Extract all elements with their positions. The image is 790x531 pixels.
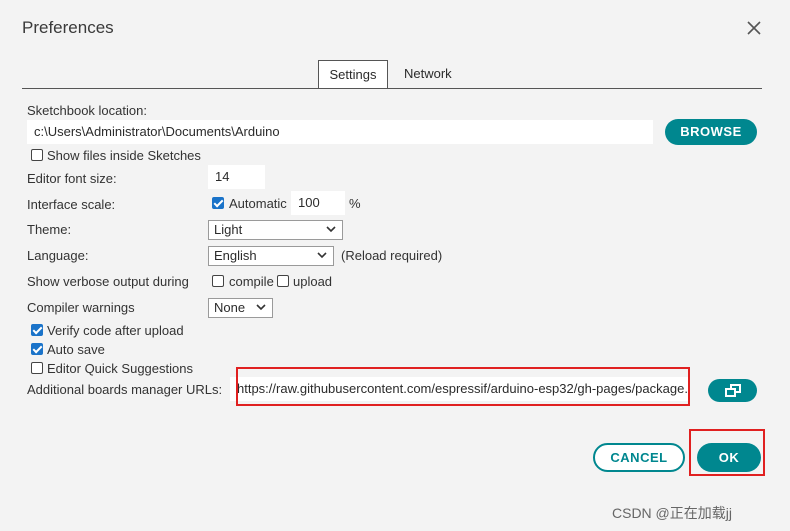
verbose-compile-checkbox[interactable] <box>212 275 224 287</box>
interface-scale-input[interactable]: 100 <box>291 191 345 215</box>
watermark: CSDN @正在加载jj <box>612 505 732 521</box>
chevron-down-icon <box>326 226 336 233</box>
show-files-checkbox[interactable] <box>31 149 43 161</box>
verify-upload-checkbox[interactable] <box>31 324 43 336</box>
verify-upload-label: Verify code after upload <box>47 323 184 338</box>
auto-save-checkbox[interactable] <box>31 343 43 355</box>
highlight-boards-urls <box>236 367 690 406</box>
show-files-label: Show files inside Sketches <box>47 148 201 163</box>
open-window-icon <box>724 383 741 397</box>
tab-settings[interactable]: Settings <box>318 60 388 89</box>
verbose-compile-label: compile <box>229 274 274 289</box>
boards-urls-label: Additional boards manager URLs: <box>27 382 223 397</box>
automatic-scale-checkbox[interactable] <box>212 197 224 209</box>
verbose-upload-checkbox[interactable] <box>277 275 289 287</box>
tabs-divider <box>22 88 762 89</box>
cancel-button[interactable]: CANCEL <box>593 443 685 472</box>
compiler-warnings-label: Compiler warnings <box>27 300 135 315</box>
auto-save-label: Auto save <box>47 342 105 357</box>
chevron-down-icon <box>256 304 266 311</box>
automatic-scale-label: Automatic <box>229 196 287 211</box>
language-reload-note: (Reload required) <box>341 248 443 263</box>
verbose-label: Show verbose output during <box>27 274 189 289</box>
language-label: Language: <box>27 248 89 263</box>
dialog-title: Preferences <box>22 18 114 37</box>
font-size-input[interactable]: 14 <box>208 165 265 189</box>
theme-select-value: Light <box>214 222 243 237</box>
quick-suggestions-checkbox[interactable] <box>31 362 43 374</box>
sketchbook-location-input[interactable]: c:\Users\Administrator\Documents\Arduino <box>27 120 653 144</box>
compiler-warnings-select[interactable]: None <box>208 298 273 318</box>
edit-urls-button[interactable] <box>708 379 757 402</box>
highlight-ok-button <box>689 429 765 476</box>
theme-label: Theme: <box>27 222 72 237</box>
verbose-upload-label: upload <box>293 274 333 289</box>
interface-scale-label: Interface scale: <box>27 197 116 212</box>
browse-button[interactable]: BROWSE <box>665 119 757 145</box>
sketchbook-label: Sketchbook location: <box>27 103 147 118</box>
tab-network[interactable]: Network <box>404 60 452 88</box>
chevron-down-icon <box>317 252 327 259</box>
font-size-label: Editor font size: <box>27 171 117 186</box>
theme-select[interactable]: Light <box>208 220 343 240</box>
language-select[interactable]: English <box>208 246 334 266</box>
compiler-warnings-value: None <box>214 300 246 315</box>
close-icon[interactable] <box>744 18 764 38</box>
quick-suggestions-label: Editor Quick Suggestions <box>47 361 193 376</box>
language-select-value: English <box>214 248 257 263</box>
scale-unit: % <box>349 196 361 211</box>
